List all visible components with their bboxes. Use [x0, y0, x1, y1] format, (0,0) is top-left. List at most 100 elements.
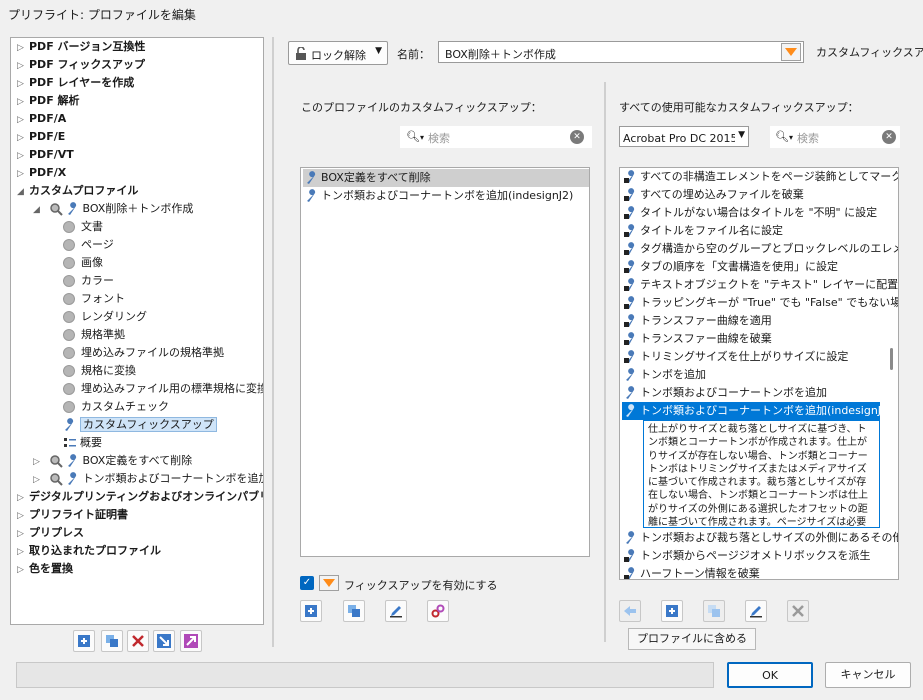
enable-fixups-checkbox[interactable]: ✓: [300, 576, 314, 590]
clear-search-icon[interactable]: ✕: [570, 130, 584, 144]
list-item[interactable]: BOX定義をすべて削除: [303, 169, 589, 187]
tree-item-profile[interactable]: ▷ BOX定義をすべて削除: [33, 452, 192, 470]
tree-item[interactable]: 文書: [63, 218, 103, 236]
tree-item[interactable]: ▷ PDF レイヤーを作成: [17, 74, 134, 92]
tree-item[interactable]: ▷ PDF 解析: [17, 92, 80, 110]
tree-item[interactable]: レンダリング: [63, 308, 147, 326]
list-item[interactable]: タイトルをファイル名に設定: [622, 222, 783, 240]
tree-item[interactable]: フォント: [63, 290, 125, 308]
list-item[interactable]: すべての非構造エレメントをページ装飾としてマーク: [622, 168, 898, 186]
profile-fixups-list[interactable]: BOX定義をすべて削除 トンボ類およびコーナートンボを追加(indesignJ2…: [300, 167, 590, 557]
delete-profile-button[interactable]: [127, 630, 149, 652]
expand-arrow-icon[interactable]: ▷: [17, 129, 29, 147]
collapse-arrow-icon[interactable]: ◢: [17, 183, 29, 201]
expand-arrow-icon[interactable]: ▷: [33, 453, 45, 471]
expand-arrow-icon[interactable]: ▷: [17, 39, 29, 57]
fixup-source-select[interactable]: Acrobat Pro DC 2015 フ ▼: [619, 126, 749, 147]
profile-name-input[interactable]: BOX削除＋トンボ作成: [438, 41, 804, 63]
new-fixup-button[interactable]: [300, 600, 322, 622]
tree-item[interactable]: 画像: [63, 254, 103, 272]
enable-options-button[interactable]: [319, 575, 339, 591]
expand-arrow-icon[interactable]: ▷: [17, 543, 29, 561]
list-item[interactable]: トリミングサイズを仕上がりサイズに設定: [622, 348, 848, 366]
available-fixups-search[interactable]: 🔍︎▾ 検索 ✕: [770, 126, 900, 148]
clear-search-icon[interactable]: ✕: [882, 130, 896, 144]
unlink-fixup-button[interactable]: [427, 600, 449, 622]
import-profile-button[interactable]: [153, 630, 175, 652]
ok-button[interactable]: OK: [727, 662, 813, 688]
duplicate-profile-button[interactable]: [101, 630, 123, 652]
expand-arrow-icon[interactable]: ▷: [17, 561, 29, 579]
profile-tree[interactable]: ▷ PDF バージョン互換性 ▷ PDF フィックスアップ ▷ PDF レイヤーを作成…: [10, 37, 264, 625]
list-item[interactable]: トラッピングキーが "True" でも "False" でもない場合は ": [622, 294, 898, 312]
name-options-button[interactable]: [781, 43, 801, 61]
list-item-selected[interactable]: トンボ類およびコーナートンボを追加(indesignJ2): [622, 402, 892, 420]
profile-fixups-search[interactable]: 🔍︎▾ 検索 ✕: [400, 126, 592, 148]
list-item[interactable]: テキストオブジェクトを "テキスト" レイヤーに配置: [622, 276, 898, 294]
collapse-arrow-icon[interactable]: ◢: [33, 201, 45, 219]
edit-fixup-button[interactable]: [745, 600, 767, 622]
tree-item-profile[interactable]: ▷ トンボ類およびコーナートンボを追加(indesignJ2): [33, 470, 263, 489]
list-item[interactable]: タイトルがない場合はタイトルを "不明" に設定: [622, 204, 877, 222]
tree-item[interactable]: ▷ PDF バージョン互換性: [17, 38, 145, 56]
expand-arrow-icon[interactable]: ▷: [17, 147, 29, 165]
expand-arrow-icon[interactable]: ▷: [17, 57, 29, 75]
tree-item[interactable]: ▷ PDF フィックスアップ: [17, 56, 145, 74]
scrollbar-thumb[interactable]: [890, 348, 893, 370]
list-item[interactable]: トンボ類およびコーナートンボを追加: [622, 384, 827, 402]
status-circle-icon: [63, 401, 75, 413]
include-in-profile-button[interactable]: [619, 600, 641, 622]
list-item[interactable]: トランスファー曲線を破棄: [622, 330, 772, 348]
tree-item[interactable]: ▷ PDF/A: [17, 110, 66, 128]
list-item[interactable]: トランスファー曲線を適用: [622, 312, 772, 330]
expand-arrow-icon[interactable]: ▷: [17, 507, 29, 525]
tree-item[interactable]: カラー: [63, 272, 114, 290]
list-item[interactable]: トンボ類および裁ち落としサイズの外側にあるその他のオ: [622, 529, 898, 547]
tree-item[interactable]: ▷ プリフライト証明書: [17, 506, 128, 524]
duplicate-fixup-button[interactable]: [703, 600, 725, 622]
list-item[interactable]: トンボ類およびコーナートンボを追加(indesignJ2): [303, 187, 573, 205]
expand-arrow-icon[interactable]: ▷: [17, 111, 29, 129]
tree-item[interactable]: ページ: [63, 236, 114, 254]
tree-item[interactable]: ▷ PDF/E: [17, 128, 65, 146]
tree-item[interactable]: 埋め込みファイルの規格準拠: [63, 344, 224, 362]
edit-fixup-button[interactable]: [385, 600, 407, 622]
tree-item[interactable]: ▷ PDF/X: [17, 164, 66, 182]
duplicate-fixup-button[interactable]: [343, 600, 365, 622]
delete-fixup-button[interactable]: [787, 600, 809, 622]
tree-item-custom-profiles[interactable]: ◢ カスタムプロファイル: [17, 182, 138, 200]
list-item[interactable]: トンボを追加: [622, 366, 706, 384]
list-item[interactable]: タグ構造から空のグループとブロックレベルのエレメントを削: [622, 240, 898, 258]
expand-arrow-icon[interactable]: ▷: [17, 93, 29, 111]
available-fixups-list[interactable]: すべての非構造エレメントをページ装飾としてマーク すべての埋め込みファイルを破棄…: [619, 167, 899, 580]
list-item[interactable]: すべての埋め込みファイルを破棄: [622, 186, 804, 204]
tree-item[interactable]: ▷ 取り込まれたプロファイル: [17, 542, 161, 560]
tree-item[interactable]: カスタムチェック: [63, 398, 169, 416]
tree-item-custom-fixups[interactable]: カスタムフィックスアップ: [63, 416, 217, 434]
expand-arrow-icon[interactable]: ▷: [17, 75, 29, 93]
locked-wrench-icon: [624, 314, 635, 327]
lock-button[interactable]: ロック解除 ▼: [288, 41, 388, 65]
list-item[interactable]: トンボ類からページジオメトリボックスを派生: [622, 547, 870, 565]
expand-arrow-icon[interactable]: ▷: [17, 525, 29, 543]
section-label: カスタムフィックスアップ: [816, 46, 923, 59]
list-item[interactable]: ハーフトーン情報を破棄: [622, 565, 760, 579]
tree-item[interactable]: ▷ プリプレス: [17, 524, 84, 542]
tree-item[interactable]: 埋め込みファイル用の標準規格に変換: [63, 380, 263, 398]
tree-item[interactable]: 概要: [63, 434, 102, 452]
tree-item[interactable]: 規格準拠: [63, 326, 125, 344]
expand-arrow-icon[interactable]: ▷: [17, 489, 29, 507]
tree-item[interactable]: 規格に変換: [63, 362, 136, 380]
tree-item[interactable]: ▷デジタルプリンティングおよびオンラインパブリッシング: [17, 488, 263, 507]
arrow-left-icon: [624, 606, 636, 616]
export-profile-button[interactable]: [180, 630, 202, 652]
cancel-button[interactable]: キャンセル: [825, 662, 911, 688]
expand-arrow-icon[interactable]: ▷: [17, 165, 29, 183]
new-profile-button[interactable]: [73, 630, 95, 652]
tree-item[interactable]: ▷ 色を置換: [17, 560, 73, 578]
new-fixup-button[interactable]: [661, 600, 683, 622]
list-item[interactable]: タブの順序を「文書構造を使用」に設定: [622, 258, 838, 276]
tree-item-profile[interactable]: ◢ BOX削除＋トンボ作成: [33, 200, 193, 218]
tree-item[interactable]: ▷ PDF/VT: [17, 146, 74, 164]
expand-arrow-icon[interactable]: ▷: [33, 471, 45, 489]
